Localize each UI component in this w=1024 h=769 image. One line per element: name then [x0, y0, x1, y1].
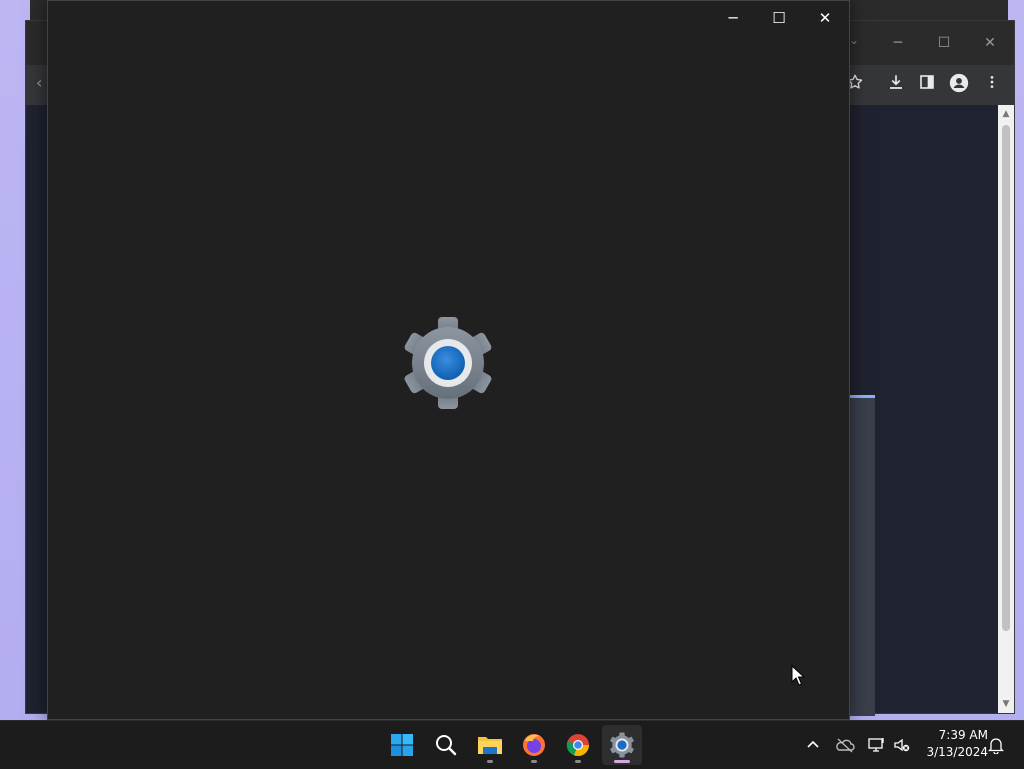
settings-window[interactable]: ─ ☐ ✕	[47, 0, 850, 720]
start-icon	[391, 734, 413, 756]
tab-search-chevron-icon[interactable]: ⌄	[849, 33, 859, 47]
settings-taskbar-button[interactable]	[602, 725, 642, 765]
side-panel-icon[interactable]	[915, 73, 939, 97]
browser-close-button[interactable]: ✕	[978, 31, 1002, 55]
firefox-button[interactable]	[514, 725, 554, 765]
menu-icon[interactable]	[980, 73, 1004, 97]
settings-active-indicator	[614, 760, 630, 763]
taskbar	[0, 720, 1024, 769]
browser-maximize-button[interactable]: ☐	[932, 31, 956, 55]
browser-minimize-button[interactable]: ─	[886, 31, 910, 55]
scroll-up-arrow-icon[interactable]: ▲	[998, 107, 1014, 121]
search-button[interactable]	[426, 725, 466, 765]
clock-date: 3/13/2024	[926, 745, 988, 759]
download-icon[interactable]	[884, 73, 908, 97]
show-hidden-icons-chevron[interactable]	[801, 733, 825, 757]
back-arrow-icon[interactable]: ‹	[36, 73, 42, 92]
firefox-icon	[523, 734, 545, 756]
firefox-running-indicator	[531, 760, 537, 763]
scroll-down-arrow-icon[interactable]: ▼	[998, 697, 1014, 711]
search-icon	[436, 735, 457, 756]
settings-minimize-button[interactable]: ─	[710, 5, 756, 31]
start-button[interactable]	[382, 725, 422, 765]
clock[interactable]: 7:39 AM 3/13/2024	[918, 727, 988, 761]
settings-close-button[interactable]: ✕	[802, 5, 848, 31]
profile-icon[interactable]	[947, 73, 971, 97]
settings-gear-icon	[404, 317, 492, 409]
browser-content-panel	[849, 395, 875, 716]
file-explorer-button[interactable]	[470, 725, 510, 765]
volume-muted-icon[interactable]	[890, 733, 914, 757]
settings-maximize-button[interactable]: ☐	[756, 5, 802, 31]
mouse-cursor-icon	[791, 665, 805, 686]
scrollbar-thumb[interactable]	[1002, 125, 1010, 631]
vertical-scrollbar[interactable]: ▲ ▼	[998, 105, 1014, 713]
chrome-icon	[566, 734, 590, 757]
settings-icon	[610, 732, 634, 758]
file-explorer-running-indicator	[487, 760, 493, 763]
network-icon[interactable]	[865, 733, 889, 757]
chrome-running-indicator	[575, 760, 581, 763]
onedrive-icon[interactable]	[833, 733, 857, 757]
chrome-button[interactable]	[558, 725, 598, 765]
file-explorer-icon	[478, 737, 502, 754]
clock-time: 7:39 AM	[938, 728, 988, 742]
